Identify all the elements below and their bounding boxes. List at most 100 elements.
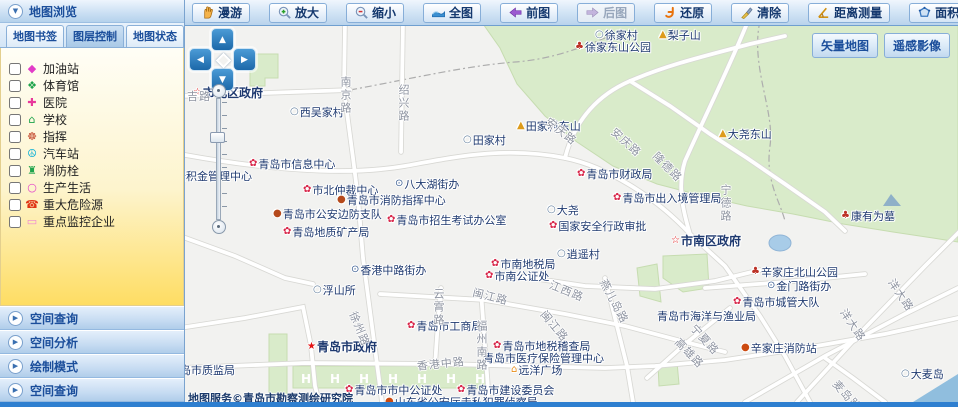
park-marker-icon: ♣ [841,211,850,221]
expand-arrow-icon: ▶ [8,311,23,326]
layer-checkbox[interactable] [9,182,21,194]
enterprise-icon: ▭ [25,215,39,229]
pan-up-button[interactable]: ▲ [211,28,234,51]
zoom-out-button[interactable]: 缩小 [346,3,404,23]
map-label-text: 青岛市质监局 [185,362,235,378]
layer-item[interactable]: ☸指挥 [9,128,177,145]
zoom-slider-thumb[interactable] [210,132,225,143]
layer-checkbox[interactable] [9,148,21,160]
restore-icon [662,5,677,20]
gis-application: 漫游放大缩小全图前图后图还原清除距离测量面积测量图例 ▼ 地图浏览 地图书签图层… [0,0,958,407]
hospital-icon: ✚ [25,96,39,110]
remote-sensing-button[interactable]: 遥感影像 [884,33,950,58]
map-label: ○西吴家村 [290,104,344,120]
map-label: ○逍遥村 [557,246,600,262]
expand-arrow-icon: ▶ [8,383,23,398]
toolbar-button-label: 漫游 [218,4,242,21]
circle-dot-marker-icon: ⊙ [351,265,359,275]
layer-label: 学校 [43,111,67,128]
layer-item[interactable]: ○生产生活 [9,179,177,196]
layer-item[interactable]: ⌂学校 [9,111,177,128]
map-label-text: 青岛市公安边防支队 [283,206,382,222]
circle-marker-icon: ○ [290,107,299,117]
map-label-text: 康有为墓 [851,208,895,224]
layer-label: 体育馆 [43,77,79,94]
tab-map-status[interactable]: 地图状态 [126,25,184,47]
layer-item[interactable]: ❖体育馆 [9,77,177,94]
full-extent-button[interactable]: 全图 [423,3,481,23]
accordion-panel-3[interactable]: ▶绘制模式 [0,354,184,378]
layer-checkbox[interactable] [9,165,21,177]
map-label: ☆市南区政府 [671,232,741,249]
accordion-panel-2[interactable]: ▶空间分析 [0,330,184,354]
pan-right-button[interactable]: ▶ [233,48,256,71]
zoom-slider-track[interactable] [216,98,221,220]
building-red-marker-icon: ● [337,195,346,205]
layer-item[interactable]: ✚医院 [9,94,177,111]
layer-item[interactable]: ♜消防栓 [9,162,177,179]
distance-measure-icon [816,5,831,20]
layer-label: 重大危险源 [43,196,103,213]
gas-station-icon: ◆ [25,62,39,76]
accordion-panel-1[interactable]: ▶ 空间查询 [0,306,184,330]
layer-checkbox[interactable] [9,114,21,126]
map-label-text: 市南区政府 [681,232,741,249]
clear-button[interactable]: 清除 [731,3,789,23]
circle-marker-icon: ○ [313,285,322,295]
roam-button[interactable]: 漫游 [192,3,250,23]
expand-arrow-icon: ▶ [8,359,23,374]
sidebar-header[interactable]: ▼ 地图浏览 [0,0,184,23]
full-extent-icon [431,5,446,20]
tab-layer-control[interactable]: 图层控制 [66,25,124,47]
previous-view-button[interactable]: 前图 [500,3,558,23]
map-viewport[interactable]: HHHHHHH ☆市北区政府○西吴家村○田家村▲田家村东山○徐家村▲梨子山♣徐家… [185,26,958,402]
layer-item[interactable]: ☎重大危险源 [9,196,177,213]
flower-marker-icon: ✿ [407,321,415,331]
layer-label: 指挥 [43,128,67,145]
triangle-marker-icon: ▲ [719,129,727,139]
layer-item[interactable]: ▭重点监控企业 [9,213,177,230]
toolbar-button-label: 后图 [603,4,627,21]
map-copyright: 地图服务©青岛市勘察测绘研究院 [188,390,353,402]
layer-item[interactable]: ☮汽车站 [9,145,177,162]
vector-map-button[interactable]: 矢量地图 [812,33,878,58]
layer-checkbox[interactable] [9,97,21,109]
map-label: ⊙八大湖街办 [395,176,459,192]
zoom-out-slider-button[interactable] [212,220,226,234]
map-label: ✿青岛地质矿产局 [283,224,369,240]
map-label-text: 大麦岛 [911,366,944,382]
restore-button[interactable]: 还原 [654,3,712,23]
layer-item[interactable]: ◆加油站 [9,60,177,77]
layer-checkbox[interactable] [9,80,21,92]
map-label-text: 大尧东山 [728,126,772,142]
map-label-text: 浮山所 [323,282,356,298]
map-label: ✿青岛市出入境管理局 [613,190,721,206]
distance-measure-button[interactable]: 距离测量 [808,3,890,23]
park-marker-icon: ♣ [575,42,584,52]
prev-view-icon [508,5,523,20]
production-icon: ○ [25,181,39,195]
layer-checkbox[interactable] [9,131,21,143]
pan-left-button[interactable]: ◀ [189,48,212,71]
area-measure-button[interactable]: 面积测量 [909,3,958,23]
hand-icon [200,5,215,20]
zoom-in-button[interactable]: 放大 [269,3,327,23]
zoom-in-slider-button[interactable] [212,84,226,98]
flower-marker-icon: ✿ [485,271,493,281]
sidebar-tab-bar: 地图书签图层控制地图状态 [0,23,184,48]
tab-bookmarks[interactable]: 地图书签 [6,25,64,47]
bus-station-icon: ☮ [25,147,39,161]
map-label: 青岛市海洋与渔业局 [657,308,756,324]
map-label: ○田家村 [463,132,506,148]
layer-checkbox[interactable] [9,216,21,228]
map-label: ⊙金门路街办 [767,278,831,294]
map-label-text: 国家安全行政审批 [558,218,646,234]
accordion-panel-4[interactable]: ▶空间查询 [0,378,184,402]
road-label: 吉路 [187,88,211,104]
toolbar-button-label: 缩小 [372,4,396,21]
svg-text:H: H [446,372,456,386]
layer-checkbox[interactable] [9,199,21,211]
next-view-button[interactable]: 后图 [577,3,635,23]
accordion-label: 空间查询 [30,310,78,327]
layer-checkbox[interactable] [9,63,21,75]
